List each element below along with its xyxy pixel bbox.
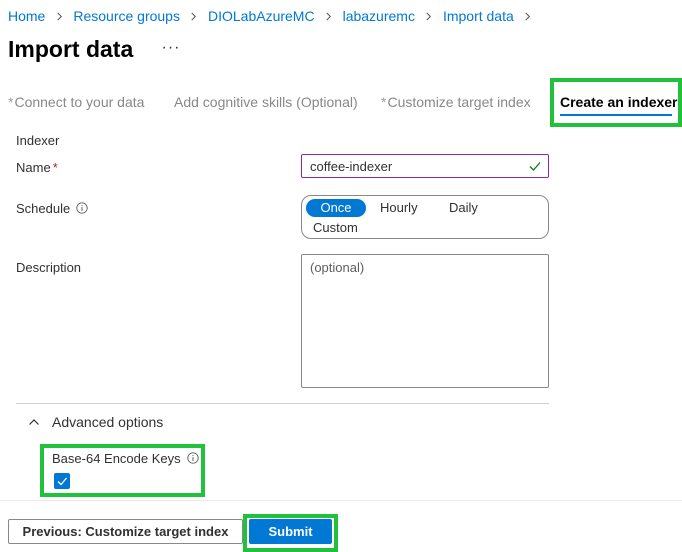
- chevron-up-icon: [29, 419, 39, 425]
- tab-label: Connect to your data: [14, 94, 145, 110]
- required-marker: *: [381, 94, 387, 110]
- description-label: Description: [16, 260, 82, 275]
- advanced-options-toggle[interactable]: Advanced options: [28, 413, 163, 431]
- required-marker: *: [8, 94, 14, 110]
- schedule-option-custom[interactable]: Custom: [313, 219, 358, 237]
- schedule-option-daily[interactable]: Daily: [449, 199, 478, 217]
- previous-button[interactable]: Previous: Customize target index: [8, 519, 243, 544]
- base64-label-text: Base-64 Encode Keys: [52, 451, 181, 466]
- checkmark-icon: [57, 477, 67, 486]
- schedule-pill-group: Once Hourly Daily Custom: [301, 195, 549, 239]
- tab-create-an-indexer[interactable]: Create an indexer: [560, 92, 678, 112]
- tab-label: Add cognitive skills (Optional): [174, 94, 358, 110]
- breadcrumb-resource-group[interactable]: DIOLabAzureMC: [208, 8, 315, 24]
- active-tab-indicator: [560, 114, 672, 116]
- tab-label: Create an indexer: [560, 94, 678, 110]
- divider: [16, 403, 549, 404]
- name-label-text: Name: [16, 160, 51, 175]
- breadcrumb-import-data[interactable]: Import data: [443, 8, 514, 24]
- advanced-options-label: Advanced options: [52, 414, 164, 430]
- schedule-option-once[interactable]: Once: [306, 199, 366, 217]
- checkmark-icon: [529, 162, 541, 171]
- chevron-right-icon: [51, 7, 67, 25]
- tab-customize-target-index[interactable]: *Customize target index: [381, 92, 531, 112]
- footer-divider: [0, 500, 682, 501]
- chevron-right-icon: [321, 7, 337, 25]
- chevron-right-icon: [421, 7, 437, 25]
- page-title: Import data: [8, 36, 134, 62]
- base64-encode-keys-checkbox[interactable]: [54, 473, 70, 489]
- info-icon[interactable]: [76, 202, 88, 214]
- breadcrumb-home[interactable]: Home: [8, 8, 45, 24]
- name-label: Name *: [16, 160, 58, 176]
- schedule-label-text: Schedule: [16, 201, 71, 216]
- name-input[interactable]: [301, 154, 549, 178]
- breadcrumb-search-service[interactable]: labazuremc: [343, 8, 415, 24]
- tab-label: Customize target index: [387, 94, 531, 110]
- more-options-button[interactable]: ···: [160, 36, 182, 60]
- schedule-label: Schedule: [16, 201, 88, 217]
- chevron-right-icon: [520, 7, 536, 25]
- base64-label: Base-64 Encode Keys: [52, 451, 199, 467]
- breadcrumb-resource-groups[interactable]: Resource groups: [73, 8, 180, 24]
- tab-add-cognitive-skills[interactable]: Add cognitive skills (Optional): [174, 92, 358, 112]
- description-input[interactable]: [301, 254, 549, 388]
- info-icon[interactable]: [186, 452, 199, 464]
- schedule-option-hourly[interactable]: Hourly: [380, 199, 418, 217]
- breadcrumb: Home Resource groups DIOLabAzureMC labaz…: [8, 7, 542, 25]
- section-title-indexer: Indexer: [16, 133, 60, 148]
- chevron-right-icon: [186, 7, 202, 25]
- submit-button[interactable]: Submit: [249, 519, 332, 544]
- required-marker: *: [52, 160, 58, 175]
- tab-connect-to-your-data[interactable]: *Connect to your data: [8, 92, 144, 112]
